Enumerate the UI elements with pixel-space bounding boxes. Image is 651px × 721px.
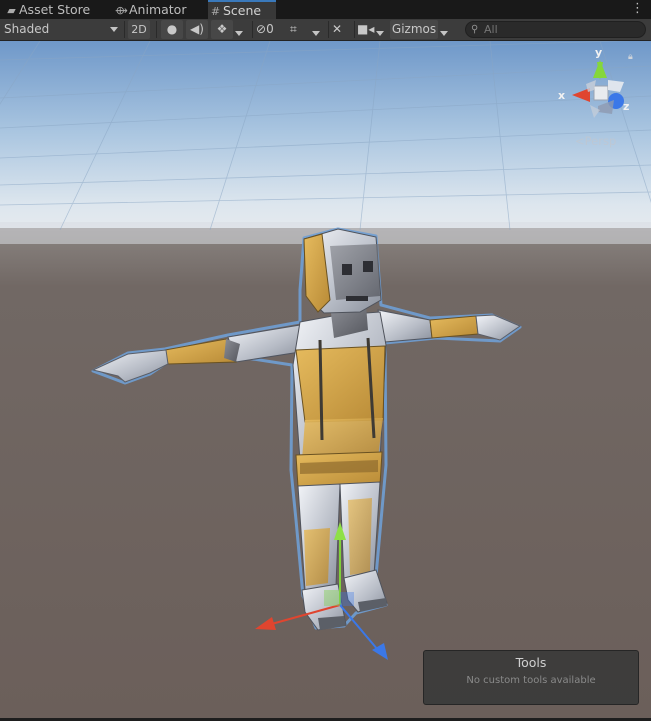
tools-overlay-message: No custom tools available	[466, 675, 596, 686]
scene-viewport[interactable]: y x z 🔒︎	[0, 39, 651, 718]
gizmo-z-label[interactable]: z	[623, 100, 629, 113]
hidden-objects-toggle[interactable]: ⊘0	[256, 20, 286, 39]
shopping-bag-icon: ▰	[7, 4, 16, 17]
projection-label: Persp	[584, 134, 617, 148]
layers-icon: ❖	[216, 22, 228, 36]
draw-mode-value: Shaded	[4, 22, 50, 36]
chevron-down-icon	[235, 30, 243, 36]
chevron-down-icon	[376, 30, 384, 36]
scene-search-field[interactable]: ⚲	[465, 21, 646, 38]
grid-dropdown[interactable]	[312, 20, 326, 39]
more-options-icon[interactable]: ⋮	[631, 1, 644, 16]
hidden-count: 0	[266, 22, 274, 36]
speaker-icon: ◀)	[190, 22, 204, 36]
draw-mode-dropdown[interactable]: Shaded	[4, 20, 122, 39]
tab-label: Scene	[223, 3, 262, 18]
tab-label: Animator	[129, 2, 187, 17]
tools-icon: ✕	[332, 22, 343, 36]
editor-tab-bar: ▰ Asset Store ⟴Animator # Scene ⋮	[0, 0, 651, 19]
grid-toggle-button[interactable]: ⌗	[290, 20, 310, 39]
chevron-left-icon: <	[575, 134, 585, 148]
tab-asset-store[interactable]: ▰ Asset Store	[4, 0, 108, 19]
chevron-down-icon	[312, 30, 320, 36]
scene-toolbar: Shaded 2D ● ◀) ❖ ⊘0 ⌗ ✕ ■◂ Gizmos ⚲	[0, 19, 651, 41]
toggle-2d-button[interactable]: 2D	[128, 20, 150, 39]
tools-overlay[interactable]: Tools No custom tools available	[423, 650, 639, 705]
projection-toggle[interactable]: <Persp	[575, 134, 616, 148]
tools-settings-button[interactable]: ✕	[332, 20, 352, 39]
audio-toggle-button[interactable]: ◀)	[186, 20, 208, 39]
effects-dropdown[interactable]	[235, 20, 249, 39]
gizmos-label: Gizmos	[391, 22, 437, 36]
tab-scene[interactable]: # Scene	[208, 0, 276, 19]
tab-label: Asset Store	[19, 2, 91, 17]
animator-icon: ⟴	[115, 4, 128, 17]
chevron-down-icon	[110, 27, 118, 32]
scene-render	[0, 39, 651, 718]
camera-settings-button[interactable]: ■◂	[357, 20, 375, 39]
camera-icon: ■◂	[357, 22, 375, 36]
lighting-toggle-button[interactable]: ●	[161, 20, 183, 39]
grid-icon: #	[210, 5, 221, 18]
tab-animator[interactable]: ⟴Animator	[114, 0, 204, 19]
scene-search-input[interactable]	[484, 22, 634, 37]
lock-icon[interactable]: 🔒︎	[628, 52, 633, 62]
search-icon: ⚲	[471, 24, 479, 35]
gizmo-x-label[interactable]: x	[558, 89, 565, 102]
grid-icon: ⌗	[290, 22, 297, 36]
effects-toggle-button[interactable]: ❖	[211, 20, 233, 39]
camera-dropdown[interactable]	[376, 20, 388, 39]
gizmos-button[interactable]: Gizmos	[390, 20, 438, 39]
eye-slash-icon: ⊘	[256, 22, 267, 36]
tools-overlay-title: Tools	[515, 655, 547, 670]
chevron-down-icon	[440, 30, 448, 36]
lightbulb-icon: ●	[166, 22, 178, 36]
toggle-2d-label: 2D	[131, 23, 147, 36]
gizmo-y-label[interactable]: y	[595, 46, 602, 59]
gizmos-dropdown[interactable]	[440, 20, 456, 39]
